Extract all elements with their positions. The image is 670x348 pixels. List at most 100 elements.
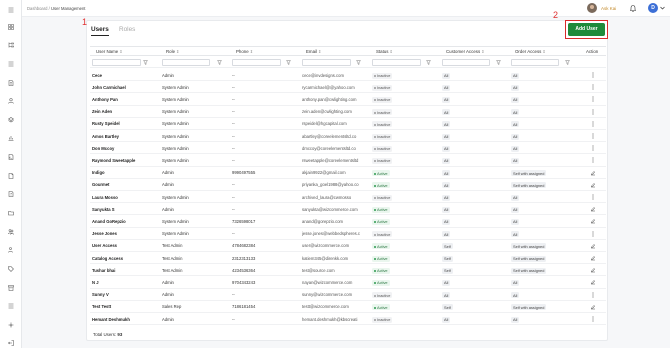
table-row[interactable]: Zein Aden System Admin -- zein.aden@cwlight… [90, 106, 606, 118]
chart-icon[interactable] [8, 135, 14, 141]
filter-input-role[interactable] [162, 59, 210, 66]
document-search-icon[interactable] [8, 154, 14, 160]
table-row[interactable]: Test Testt Sales Rep 7186181454 testt@wizco… [90, 301, 606, 313]
cell-order-access: All [511, 316, 577, 323]
document-icon[interactable] [8, 80, 14, 86]
table-row[interactable]: Catalog Access Test Admin 2312313133 katiem… [90, 252, 606, 265]
table-row[interactable]: Gourmet Admin -- priyanka_goel1988@yahoo.co… [90, 179, 606, 191]
edit-icon[interactable] [590, 218, 596, 224]
edit-icon[interactable] [590, 243, 596, 249]
column-header-order-access[interactable]: Order Access⇕ [515, 49, 546, 54]
hierarchy-icon[interactable] [8, 42, 14, 48]
cell-phone: -- [232, 316, 235, 322]
more-vertical-icon[interactable] [590, 157, 596, 163]
archive-icon[interactable] [8, 285, 14, 291]
more-vertical-icon[interactable] [590, 145, 596, 151]
cell-role: Admin [162, 292, 174, 298]
file-search-icon[interactable] [8, 191, 14, 197]
column-label: Customer Access [446, 49, 481, 54]
user-key-icon[interactable] [8, 247, 14, 253]
bell-icon[interactable] [630, 5, 636, 12]
table-row[interactable]: Sanyukta S Admin -- sanyukta@wizcommerce.co… [90, 203, 606, 216]
filter-input-email[interactable] [302, 59, 351, 66]
table-row[interactable]: Rusty Speidel System Admin -- rspeidel@hgca… [90, 118, 606, 130]
column-header-status[interactable]: Status⇕ [376, 49, 393, 54]
column-header-user-name[interactable]: User Name⇕ [96, 49, 123, 54]
filter-icon[interactable] [143, 60, 148, 65]
filter-icon[interactable] [496, 60, 501, 65]
filter-input-user-name[interactable] [92, 59, 141, 66]
filter-input-phone[interactable] [232, 59, 281, 66]
edit-icon[interactable] [590, 170, 596, 176]
filter-icon[interactable] [565, 60, 570, 65]
list-icon[interactable] [8, 61, 14, 67]
more-vertical-icon[interactable] [590, 292, 596, 298]
table-row[interactable]: Jesse Jones System Admin -- jesse.jones@web… [90, 228, 606, 240]
users-group-icon[interactable] [8, 229, 14, 235]
more-vertical-icon[interactable] [590, 109, 596, 115]
table-row[interactable]: John Carmichael System Admin -- rycarmichae… [90, 81, 606, 94]
status-badge: Active [372, 206, 390, 213]
table-row[interactable]: User Access Test Admin 4784682384 user@wizc… [90, 240, 606, 252]
filter-icon[interactable] [356, 60, 361, 65]
filter-input-order-access[interactable] [511, 59, 559, 66]
user-icon[interactable] [8, 98, 14, 104]
logout-icon[interactable] [8, 340, 14, 346]
table-row[interactable]: Tushar bhai Test Admin 4234536364 test@sour… [90, 264, 606, 277]
cell-phone: -- [232, 206, 235, 212]
settings-icon[interactable] [8, 322, 14, 328]
table-row[interactable]: Hemant Deshmukh Admin -- hemant.deshmukh@kb… [90, 313, 606, 326]
status-badge: Active [372, 304, 390, 311]
table-row[interactable]: N J Admin 9704343243 nayan@wizcommerce.com A… [90, 276, 606, 289]
table-row[interactable]: Amos Bartley System Admin -- abartley@coree… [90, 130, 606, 143]
edit-icon[interactable] [590, 267, 596, 273]
filter-icon[interactable] [217, 60, 222, 65]
user-avatar[interactable] [587, 3, 597, 13]
file-icon[interactable] [8, 173, 14, 179]
more-vertical-icon[interactable] [590, 194, 596, 200]
table-row[interactable]: Don Mccoy System Admin -- dmccoy@coreelemen… [90, 142, 606, 155]
edit-icon[interactable] [590, 255, 596, 261]
grid-icon[interactable] [8, 303, 14, 309]
status-text: Inactive [377, 121, 391, 127]
column-header-email[interactable]: Email⇕ [306, 49, 321, 54]
tag-icon[interactable] [8, 266, 14, 272]
more-vertical-icon[interactable] [590, 96, 596, 102]
filter-icon[interactable] [426, 60, 431, 65]
table-row[interactable]: Indigo Admin 9990497555 akjain9922@gmail.co… [90, 167, 606, 179]
account-avatar[interactable]: D [648, 3, 658, 13]
layers-icon[interactable] [8, 117, 14, 123]
table-row[interactable]: Raymond Sweetapple System Admin -- rsweetap… [90, 154, 606, 167]
more-vertical-icon[interactable] [590, 72, 596, 78]
filter-input-status[interactable] [372, 59, 421, 66]
edit-icon[interactable] [590, 206, 596, 212]
cell-status: Inactive [372, 96, 426, 103]
dashboard-icon[interactable] [8, 24, 14, 30]
table-row[interactable]: Laura Mosso System Admin -- archived_laura@… [90, 191, 606, 204]
table-row[interactable]: Sunny V Admin -- sunny@wizcommerce.com Inact… [90, 289, 606, 301]
column-header-phone[interactable]: Phone⇕ [236, 49, 253, 54]
tab-users[interactable]: Users [91, 26, 109, 36]
filter-input-customer-access[interactable] [442, 59, 490, 66]
edit-icon[interactable] [590, 279, 596, 285]
add-user-button[interactable]: Add User [568, 23, 605, 36]
more-vertical-icon[interactable] [590, 231, 596, 237]
more-vertical-icon[interactable] [590, 84, 596, 90]
filter-icon[interactable] [286, 60, 291, 65]
edit-icon[interactable] [590, 304, 596, 310]
tab-roles[interactable]: Roles [119, 26, 135, 33]
menu-icon[interactable] [8, 7, 14, 13]
user-name[interactable]: Ask Kai [601, 6, 616, 11]
table-row[interactable]: Anand GoRepzio System Admin 7326598017 anan… [90, 215, 606, 228]
folder-icon[interactable] [8, 210, 14, 216]
table-row[interactable]: Anthony Pan System Admin -- anthony.pan@cwl… [90, 93, 606, 106]
more-vertical-icon[interactable] [590, 133, 596, 139]
edit-icon[interactable] [590, 182, 596, 188]
table-row[interactable]: Cece Admin -- cece@invdesigns.com Inactive Al… [90, 69, 606, 82]
breadcrumb-root[interactable]: Dashboard [27, 6, 48, 11]
column-header-role[interactable]: Role⇕ [166, 49, 179, 54]
chevron-down-icon[interactable] [660, 6, 665, 10]
more-vertical-icon[interactable] [590, 316, 596, 322]
column-header-customer-access[interactable]: Customer Access⇕ [446, 49, 485, 54]
more-vertical-icon[interactable] [590, 121, 596, 127]
